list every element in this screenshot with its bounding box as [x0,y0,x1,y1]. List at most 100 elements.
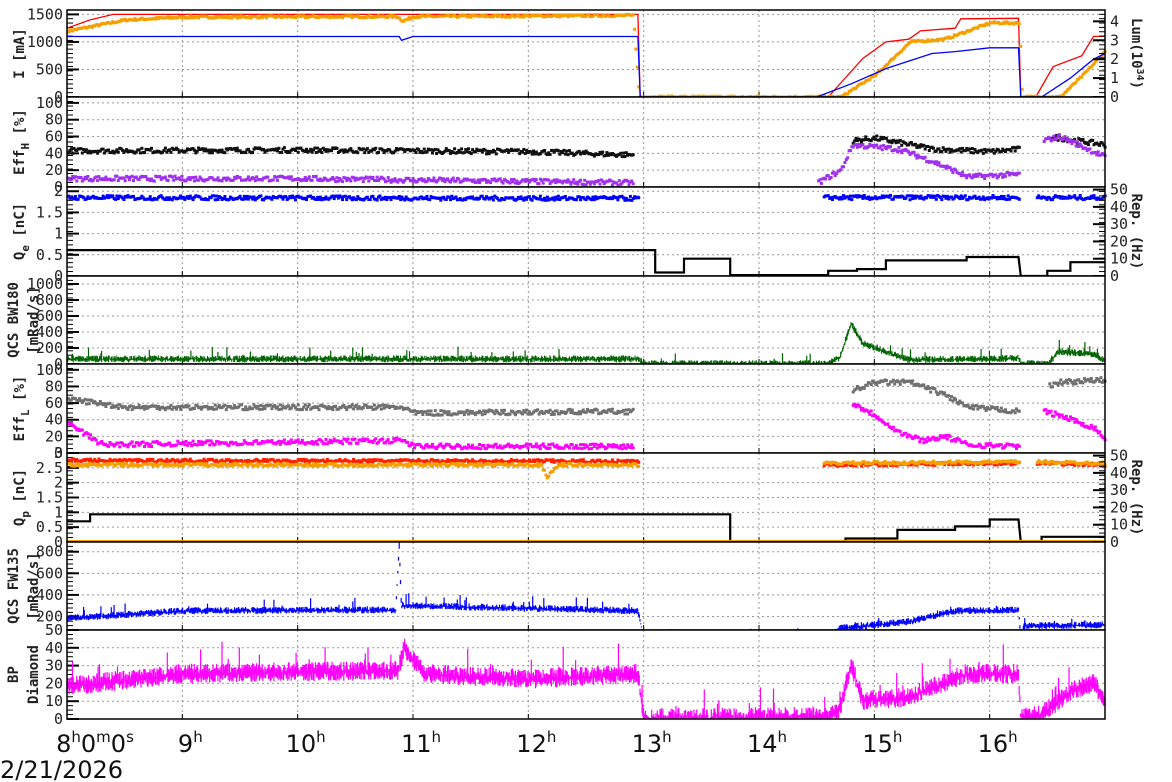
data-point [303,403,307,407]
data-point [460,147,464,151]
data-point [73,195,77,198]
data-point [89,433,93,437]
data-point [1088,426,1092,430]
data-point [190,444,194,448]
data-point [361,147,365,151]
data-point [1071,382,1075,386]
data-point [933,194,937,198]
data-point [925,440,929,444]
data-point [433,409,437,413]
data-point [296,403,300,407]
data-point [1052,414,1056,418]
data-point [408,444,412,448]
data-point [440,413,444,417]
data-point [951,399,955,403]
data-point [266,175,270,179]
data-point [244,151,248,155]
data-point [215,194,219,198]
data-point [392,462,396,466]
data-point [610,183,614,187]
data-point [141,440,145,444]
data-point [633,27,637,31]
data-point [501,411,505,415]
data-point [478,181,481,185]
data-point [465,408,469,412]
data-point [869,383,873,387]
data-point [616,183,620,187]
data-point [489,181,493,185]
data-point [999,172,1003,176]
data-point [900,151,904,155]
data-point [206,439,210,443]
data-point [911,379,915,383]
data-point [491,198,495,202]
data-point [532,149,535,153]
data-point [832,170,836,174]
data-point [590,447,594,451]
data-point [242,408,246,412]
data-point [555,409,559,413]
data-point [334,404,338,408]
data-point [86,175,90,178]
data-point [853,402,857,406]
data-point [1096,150,1100,154]
data-point [579,178,583,182]
data-point [269,403,273,407]
data-point [480,413,484,417]
data-point [287,404,291,408]
data-point [435,152,439,155]
data-point [627,183,631,187]
data-point [556,194,560,198]
data-point [467,147,470,151]
data-point [864,135,868,139]
data-point [898,429,902,433]
data-point [276,149,279,153]
data-point [220,179,224,183]
data-point [140,146,144,150]
data-point [570,443,574,447]
data-point [598,445,602,449]
data-point [79,147,83,151]
data-point [176,148,180,151]
data-point [371,194,375,198]
data-point [224,408,228,412]
data-point [85,148,88,152]
data-point [234,149,238,153]
data-point [1001,175,1005,179]
data-point [922,441,926,445]
data-point [137,148,141,152]
data-point [983,147,987,151]
data-point [880,148,884,152]
data-point [842,165,845,169]
data-point [71,151,75,155]
data-point [469,152,473,156]
data-point [861,196,865,200]
data-point [543,149,547,152]
data-point [981,174,985,178]
data-point [508,412,512,416]
right-y-tick-label: 40 [1110,198,1128,216]
data-point [429,409,433,413]
data-point [361,406,365,409]
data-point [216,176,220,180]
data-point [544,198,548,202]
data-point [521,150,524,154]
data-point [191,439,195,443]
data-point [447,148,451,152]
data-point [1066,137,1070,141]
data-point [255,175,259,179]
data-point [1042,140,1046,143]
data-point [516,148,520,152]
data-point [581,443,585,447]
data-point [139,151,142,155]
data-point [970,404,974,408]
data-point [1019,44,1023,48]
data-point [862,386,866,390]
data-point [868,412,872,416]
y-tick-label: 500 [36,60,63,78]
data-point [1004,174,1007,178]
data-point [444,410,448,414]
data-point [350,403,354,407]
data-point [1081,422,1085,425]
data-point [483,178,487,181]
